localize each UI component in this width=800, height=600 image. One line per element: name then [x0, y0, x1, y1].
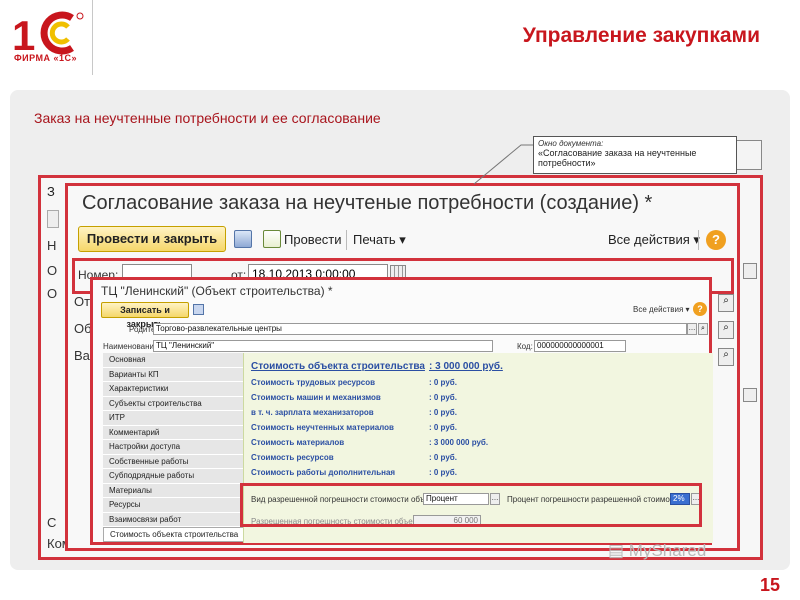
presentation-icon: ▤ — [608, 541, 625, 560]
parent-field[interactable]: Торгово-развлекательные центры — [153, 323, 687, 335]
save-icon[interactable] — [193, 304, 204, 315]
search-icon[interactable]: ⌕ — [718, 348, 734, 366]
base-row-label: Н — [47, 238, 57, 253]
search-icon[interactable]: ⌕ — [718, 294, 734, 312]
all-actions-menu[interactable]: Все действия ▾ — [608, 232, 700, 248]
callout-box: Окно документа: «Согласование заказа на … — [533, 136, 737, 174]
watermark-text: MyShared — [628, 541, 707, 560]
cost-value: : 0 руб. — [429, 468, 457, 477]
tab-materials[interactable]: Материалы — [103, 483, 245, 498]
toolbar-separator — [346, 230, 347, 250]
cost-label: Стоимость работы дополнительная — [251, 468, 396, 477]
cost-value: : 0 руб. — [429, 393, 457, 402]
doc-row-label: Об — [74, 321, 92, 336]
doc-row-label: Ва — [74, 348, 90, 363]
base-row-label: О — [47, 263, 58, 278]
search-icon[interactable]: ⌕ — [698, 323, 708, 335]
header-divider — [92, 0, 93, 75]
object-window-title: ТЦ "Ленинский" (Объект строительства) * — [101, 284, 333, 298]
tab-construction-subjects[interactable]: Субъекты строительства — [103, 396, 245, 411]
base-row-label: С — [47, 515, 57, 530]
logo-caption: ФИРМА «1С» — [14, 53, 78, 63]
base-row-label: О — [47, 286, 58, 301]
cost-label: Стоимость машин и механизмов — [251, 393, 381, 402]
cost-value: : 0 руб. — [429, 378, 457, 387]
header-title: Управление закупками — [522, 24, 760, 47]
save-icon[interactable] — [234, 230, 252, 248]
base-toolbar-button[interactable] — [47, 210, 59, 228]
slide-subtitle: Заказ на неучтенные потребности и ее сог… — [34, 110, 381, 126]
tab-work-relations[interactable]: Взаимосвязи работ — [103, 512, 245, 527]
print-label: Печать — [353, 232, 396, 247]
base-search-button[interactable] — [743, 263, 757, 279]
cost-label-total[interactable]: Стоимость объекта строительства — [251, 361, 425, 372]
post-icon[interactable] — [263, 230, 281, 248]
cost-label: Стоимость ресурсов — [251, 453, 334, 462]
chevron-down-icon: ▾ — [685, 305, 690, 314]
tab-characteristics[interactable]: Характеристики — [103, 382, 245, 397]
search-icon[interactable]: ⌕ — [718, 321, 734, 339]
base-window-title: З — [47, 184, 55, 199]
page-number: 15 — [759, 575, 780, 595]
tab-itr[interactable]: ИТР — [103, 411, 245, 426]
all-actions-label: Все действия — [633, 305, 684, 314]
code-field[interactable]: 000000000000001 — [534, 340, 626, 352]
base-scroll-button[interactable] — [743, 388, 757, 402]
tab-subcontract-works[interactable]: Субподрядные работы — [103, 469, 245, 484]
watermark: ▤ MyShared — [608, 541, 706, 561]
tab-cp-variants[interactable]: Варианты КП — [103, 367, 245, 382]
callout-pointer — [473, 144, 535, 185]
save-and-close-button[interactable]: Записать и закрыть — [101, 302, 189, 329]
doc-row-label: От — [74, 294, 91, 309]
post-and-close-button[interactable]: Провести и закрыть — [78, 226, 226, 252]
toolbar-separator — [698, 230, 699, 250]
help-icon[interactable]: ? — [706, 230, 726, 250]
tab-object-cost[interactable]: Стоимость объекта строительства — [103, 527, 245, 542]
svg-text:1: 1 — [12, 12, 35, 59]
cost-value: : 0 руб. — [429, 423, 457, 432]
all-actions-menu[interactable]: Все действия ▾ — [633, 305, 690, 314]
tolerance-highlight — [240, 483, 702, 527]
document-window-title: Согласование заказа на неучтеные потребн… — [82, 192, 653, 214]
chevron-down-icon: ▾ — [399, 232, 406, 247]
tab-list: Основная Варианты КП Характеристики Субъ… — [103, 353, 245, 543]
cost-value-total[interactable]: : 3 000 000 руб. — [429, 361, 503, 372]
tab-main[interactable]: Основная — [103, 353, 245, 368]
cost-label: в т. ч. зарплата механизаторов — [251, 408, 374, 417]
all-actions-label: Все действия — [608, 232, 690, 247]
ellipsis-button[interactable]: … — [687, 323, 697, 335]
cost-value: : 0 руб. — [429, 453, 457, 462]
cost-value: : 0 руб. — [429, 408, 457, 417]
cost-label: Стоимость неучтенных материалов — [251, 423, 394, 432]
cost-label: Стоимость материалов — [251, 438, 345, 447]
code-label: Код: — [517, 342, 533, 351]
tab-own-works[interactable]: Собственные работы — [103, 454, 245, 469]
cost-label: Стоимость трудовых ресурсов — [251, 378, 375, 387]
tab-resources[interactable]: Ресурсы — [103, 498, 245, 513]
callout-text: «Согласование заказа на неучтенные потре… — [538, 148, 697, 168]
tab-access-settings[interactable]: Настройки доступа — [103, 440, 245, 455]
print-menu[interactable]: Печать ▾ — [353, 232, 406, 248]
tab-comment[interactable]: Комментарий — [103, 425, 245, 440]
help-icon[interactable]: ? — [693, 302, 707, 316]
callout-caption: Окно документа: — [538, 139, 604, 148]
post-button[interactable]: Провести — [284, 232, 342, 247]
name-field[interactable]: ТЦ "Ленинский" — [153, 340, 493, 352]
cost-value: : 3 000 000 руб. — [429, 438, 489, 447]
